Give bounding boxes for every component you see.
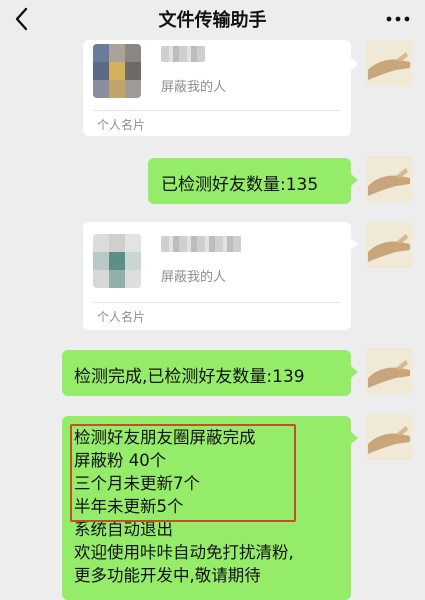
card-type-label: 个人名片	[97, 310, 146, 324]
contact-photo-blurred	[93, 234, 141, 288]
hand-avatar-icon	[366, 40, 412, 86]
message-bubble[interactable]: 检测完成,已检测好友数量:139	[62, 350, 351, 396]
avatar[interactable]	[366, 156, 412, 202]
contact-subtitle: 屏蔽我的人	[161, 80, 227, 95]
card-type-label: 个人名片	[97, 118, 146, 132]
bubble-tail	[351, 432, 358, 444]
avatar[interactable]	[366, 414, 412, 460]
bubble-tail	[351, 174, 358, 186]
avatar[interactable]	[366, 222, 412, 268]
message-line: 欢迎使用咔咔自动免打扰清粉,	[74, 543, 294, 562]
contact-photo-blurred	[93, 44, 141, 98]
contact-card[interactable]: 屏蔽我的人 个人名片	[83, 222, 351, 330]
message-text: 已检测好友数量:135	[161, 175, 319, 195]
highlight-box	[70, 424, 296, 522]
bubble-tail	[351, 366, 358, 378]
page-title: 文件传输助手	[158, 10, 267, 31]
card-divider	[93, 110, 341, 111]
hand-avatar-icon	[366, 348, 412, 394]
more-dots-icon[interactable]	[385, 9, 411, 29]
bubble-tail	[351, 58, 358, 70]
avatar[interactable]	[366, 40, 412, 86]
contact-card[interactable]: 屏蔽我的人 个人名片	[83, 40, 351, 136]
message-bubble[interactable]: 已检测好友数量:135	[148, 158, 351, 204]
avatar[interactable]	[366, 348, 412, 394]
contact-subtitle: 屏蔽我的人	[161, 270, 227, 285]
card-divider	[93, 302, 341, 303]
contact-name-blurred	[161, 46, 205, 62]
bubble-tail	[351, 238, 358, 250]
hand-avatar-icon	[366, 156, 412, 202]
hand-avatar-icon	[366, 414, 412, 460]
nav-bar: 文件传输助手	[0, 0, 425, 40]
hand-avatar-icon	[366, 222, 412, 268]
contact-name-blurred	[161, 236, 241, 252]
message-line: 更多功能开发中,敬请期待	[74, 566, 261, 585]
message-text: 检测完成,已检测好友数量:139	[74, 367, 305, 387]
